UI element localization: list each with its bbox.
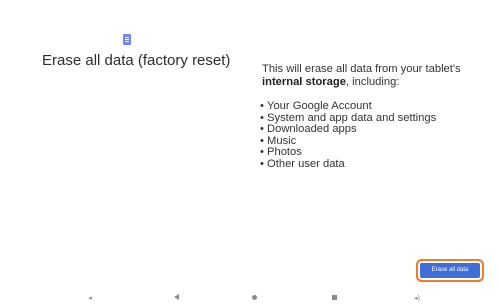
description-prefix: This will erase all data from your table… bbox=[262, 63, 461, 75]
factory-reset-screen: Erase all data (factory reset) This will… bbox=[0, 0, 498, 307]
document-icon bbox=[123, 34, 131, 45]
erase-items-list: Your Google Account System and app data … bbox=[260, 100, 436, 171]
erase-description: This will erase all data from your table… bbox=[262, 63, 482, 89]
recents-icon[interactable] bbox=[328, 293, 340, 305]
list-item: Other user data bbox=[260, 158, 436, 171]
page-title: Erase all data (factory reset) bbox=[42, 52, 231, 69]
erase-all-data-button[interactable]: Erase all data bbox=[420, 263, 480, 278]
volume-up-icon[interactable]: ◂) bbox=[411, 293, 423, 305]
description-suffix: , including: bbox=[345, 76, 400, 88]
home-icon[interactable] bbox=[248, 293, 260, 305]
list-item: Your Google Account bbox=[260, 100, 436, 113]
back-icon[interactable] bbox=[170, 293, 182, 305]
volume-down-icon[interactable]: ◂​ bbox=[84, 293, 96, 305]
description-bold: internal storage bbox=[262, 76, 346, 88]
navigation-bar: ◂​ ◂) bbox=[0, 289, 498, 307]
